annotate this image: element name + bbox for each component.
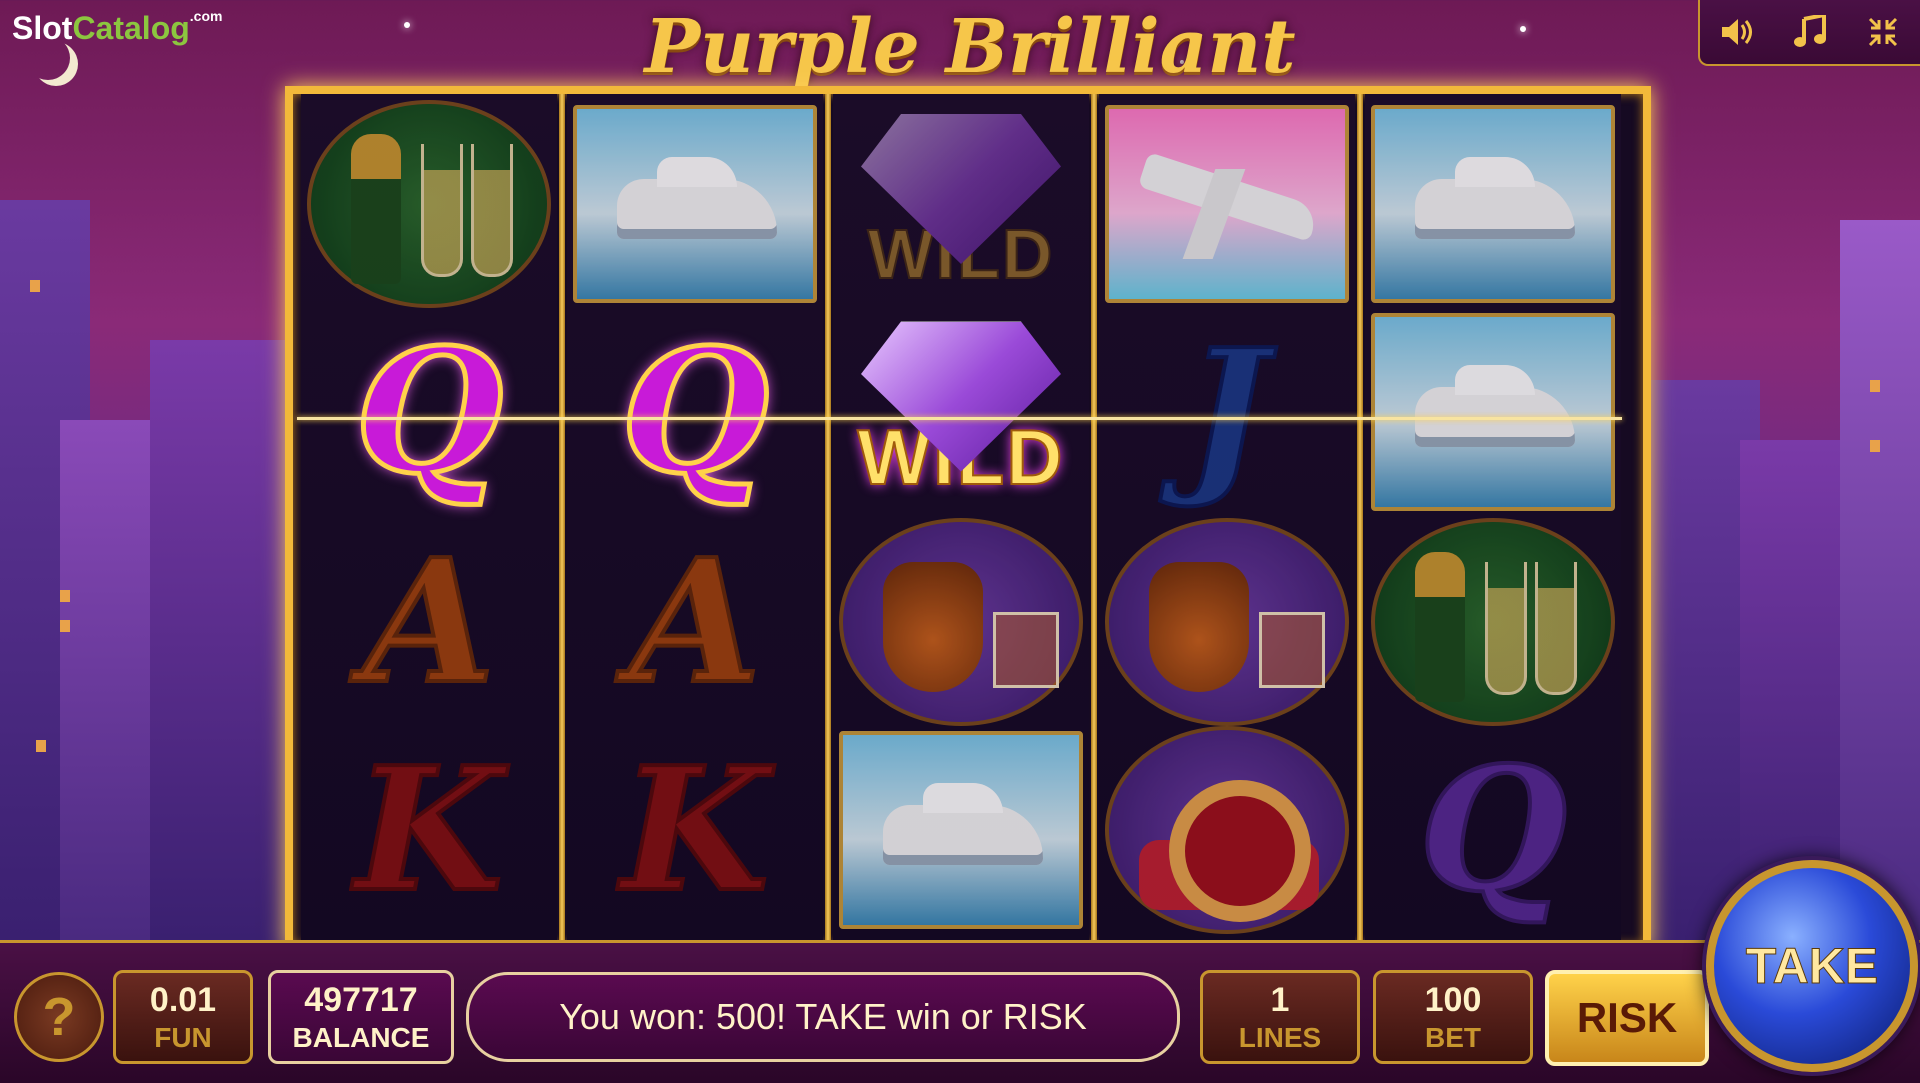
winning-payline: [297, 417, 1622, 420]
reel-separator: [1091, 94, 1097, 944]
reel-1: Q A K: [301, 94, 557, 944]
symbol-champagne: [305, 100, 553, 308]
reel-3: WILD WILD: [833, 94, 1089, 944]
minimize-icon[interactable]: [1863, 12, 1903, 52]
symbol-ring: [1103, 726, 1351, 934]
help-button[interactable]: ?: [14, 972, 104, 1062]
symbol-champagne: [1369, 518, 1617, 726]
symbol-q-highlighted: Q: [352, 312, 505, 512]
city-skyline-right: [1640, 180, 1920, 940]
star-decoration: [1520, 26, 1526, 32]
symbol-cognac: [1103, 518, 1351, 726]
symbol-a: A: [627, 522, 763, 722]
bet-label: BET: [1425, 1022, 1481, 1053]
symbol-j: J: [1185, 312, 1269, 512]
risk-button[interactable]: RISK: [1545, 970, 1709, 1066]
reel-separator: [825, 94, 831, 944]
game-title: Purple Brilliant: [644, 4, 1296, 90]
lines-label: LINES: [1238, 1022, 1322, 1053]
win-message: You won: 500! TAKE win or RISK: [466, 972, 1180, 1062]
symbol-yacht: [1369, 312, 1617, 512]
symbol-k: K: [353, 730, 505, 930]
coin-value: 0.01: [149, 981, 217, 1019]
symbol-jet: [1103, 104, 1351, 304]
symbol-cognac: [837, 518, 1085, 726]
reel-2: Q A K: [567, 94, 823, 944]
reel-separator: [559, 94, 565, 944]
reel-4: J: [1099, 94, 1355, 944]
bet-value: 100: [1424, 981, 1482, 1019]
coin-value-button[interactable]: 0.01 FUN: [113, 970, 253, 1064]
balance-value: 497717: [304, 981, 418, 1019]
symbol-yacht: [837, 730, 1085, 930]
coin-label: FUN: [154, 1022, 212, 1053]
balance-label: BALANCE: [292, 1022, 430, 1053]
city-skyline-left: [0, 120, 290, 940]
reels-frame: Q A K Q A K WILD WILD J: [285, 86, 1651, 952]
slotcatalog-watermark: SlotCatalog.com: [12, 8, 223, 46]
symbol-wild: WILD: [837, 104, 1085, 304]
symbol-wild-highlighted: WILD: [837, 312, 1085, 512]
symbol-yacht: [571, 104, 819, 304]
speaker-icon[interactable]: [1717, 12, 1757, 52]
take-button[interactable]: TAKE: [1706, 860, 1918, 1072]
music-note-icon[interactable]: [1790, 12, 1830, 52]
top-controls: [1698, 0, 1920, 66]
symbol-q-highlighted: Q: [618, 312, 771, 512]
lines-value: 1: [1270, 981, 1290, 1019]
symbol-yacht: [1369, 104, 1617, 304]
lines-button[interactable]: 1 LINES: [1200, 970, 1360, 1064]
reel-separator: [1357, 94, 1363, 944]
symbol-a: A: [361, 522, 497, 722]
symbol-k: K: [619, 730, 771, 930]
reel-5: Q: [1365, 94, 1621, 944]
bet-button[interactable]: 100 BET: [1373, 970, 1533, 1064]
symbol-q: Q: [1417, 730, 1569, 930]
star-decoration: [404, 22, 410, 28]
balance-display: 497717 BALANCE: [268, 970, 454, 1064]
